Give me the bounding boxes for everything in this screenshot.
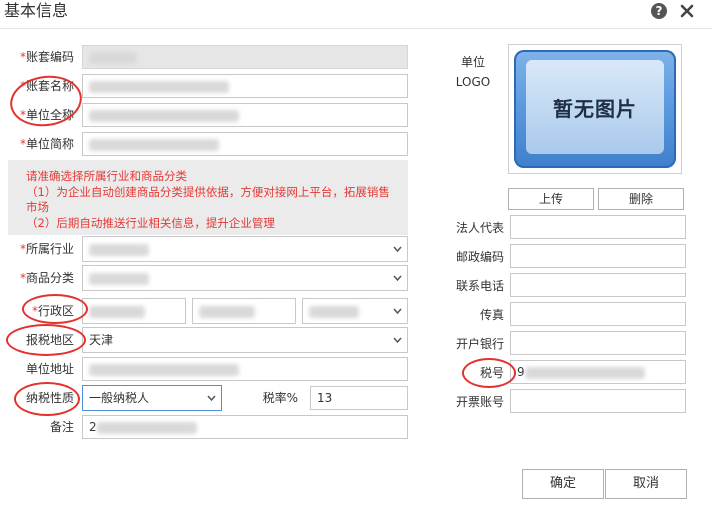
chevron-down-icon: [393, 307, 402, 315]
annotation-circle-tax-no: [462, 358, 516, 388]
unit-shortname-label: *单位简称: [19, 137, 74, 151]
region-city-select[interactable]: [192, 298, 296, 324]
upload-button[interactable]: 上传: [508, 188, 594, 210]
industry-label: *所属行业: [19, 242, 74, 256]
tax-no-field[interactable]: 9: [510, 360, 686, 384]
remark-field[interactable]: 2: [82, 415, 408, 439]
svg-text:?: ?: [656, 4, 663, 18]
invoice-account-label: 开票账号: [455, 395, 504, 409]
legal-rep-label: 法人代表: [455, 221, 504, 235]
goods-category-select[interactable]: [82, 265, 408, 291]
annotation-circle-region: [22, 294, 88, 324]
legal-rep-field[interactable]: [510, 215, 686, 239]
logo-label: 单位 LOGO: [455, 55, 491, 89]
delete-button[interactable]: 删除: [598, 188, 684, 210]
remark-label: 备注: [49, 420, 74, 434]
region-province-select[interactable]: [82, 298, 186, 324]
address-label: 单位地址: [25, 362, 74, 376]
notice-line-2: （1）为企业自动创建商品分类提供依据，方便对接网上平台，拓展销售市场: [26, 184, 390, 215]
annotation-circle-tax-nature: [14, 382, 80, 416]
account-code-field: [82, 45, 408, 69]
address-field[interactable]: [82, 357, 408, 381]
bank-label: 开户银行: [455, 337, 504, 351]
chevron-down-icon: [393, 336, 402, 344]
unit-fullname-field[interactable]: [82, 103, 408, 127]
help-icon[interactable]: ?: [650, 2, 668, 20]
cancel-button[interactable]: 取消: [605, 469, 687, 499]
tax-rate-field[interactable]: 13: [310, 386, 408, 410]
postcode-field[interactable]: [510, 244, 686, 268]
title-divider: [0, 28, 712, 29]
account-code-label: *账套编码: [19, 50, 74, 64]
unit-shortname-field[interactable]: [82, 132, 408, 156]
bank-field[interactable]: [510, 331, 686, 355]
notice-line-3: （2）后期自动推送行业相关信息，提升企业管理: [26, 215, 275, 230]
fax-label: 传真: [479, 308, 504, 322]
tax-rate-label: 税率%: [262, 391, 298, 405]
close-icon[interactable]: [678, 2, 696, 20]
annotation-circle-tax-area: [6, 324, 86, 356]
no-image-text: 暂无图片: [553, 96, 637, 121]
tax-area-select[interactable]: 天津: [82, 327, 408, 353]
chevron-down-icon: [393, 274, 402, 282]
industry-select[interactable]: [82, 236, 408, 262]
chevron-down-icon: [393, 245, 402, 253]
notice-line-1: 请准确选择所属行业和商品分类: [26, 169, 187, 183]
tax-nature-select[interactable]: 一般纳税人: [82, 385, 222, 411]
dialog-title: 基本信息: [4, 1, 69, 20]
invoice-account-field[interactable]: [510, 389, 686, 413]
account-name-field[interactable]: [82, 74, 408, 98]
postcode-label: 邮政编码: [455, 250, 504, 264]
logo-preview: 暂无图片: [508, 44, 682, 174]
region-district-select[interactable]: [302, 298, 408, 324]
industry-notice: 请准确选择所属行业和商品分类 （1）为企业自动创建商品分类提供依据，方便对接网上…: [8, 160, 408, 235]
goods-category-label: *商品分类: [19, 271, 74, 285]
chevron-down-icon: [207, 394, 216, 402]
ok-button[interactable]: 确定: [522, 469, 604, 499]
fax-field[interactable]: [510, 302, 686, 326]
phone-field[interactable]: [510, 273, 686, 297]
phone-label: 联系电话: [455, 279, 504, 293]
